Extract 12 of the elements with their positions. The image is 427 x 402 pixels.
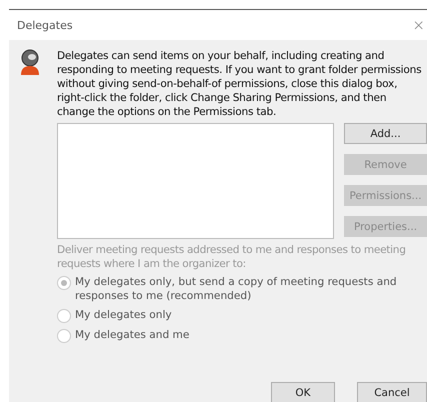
- option-label: My delegates only, but send a copy of meeting requests and responses to me (recommended): [75, 275, 398, 303]
- cancel-button[interactable]: Cancel: [357, 382, 427, 402]
- close-button[interactable]: ×: [412, 16, 425, 34]
- info-message: Delegates can send items on your behalf, including creating and responding to meeting requests. If you want to grant folder permissions without giving send-on-behalf-of permissions, close this dialog box, right-click the folder, click Change Sharing Permissions, and then change the options on the Permissions tab.: [57, 49, 422, 119]
- person-icon: [19, 49, 41, 77]
- delegates-list[interactable]: [57, 123, 334, 239]
- window-title: Delegates: [17, 18, 73, 32]
- option-label: My delegates only: [75, 308, 172, 322]
- deliver-label: Deliver meeting requests addressed to me and responses to meeting requests where I am the organizer to:: [57, 243, 407, 271]
- option-label: My delegates and me: [75, 328, 190, 342]
- ok-button[interactable]: OK: [271, 382, 335, 402]
- add-button[interactable]: Add...: [344, 123, 427, 144]
